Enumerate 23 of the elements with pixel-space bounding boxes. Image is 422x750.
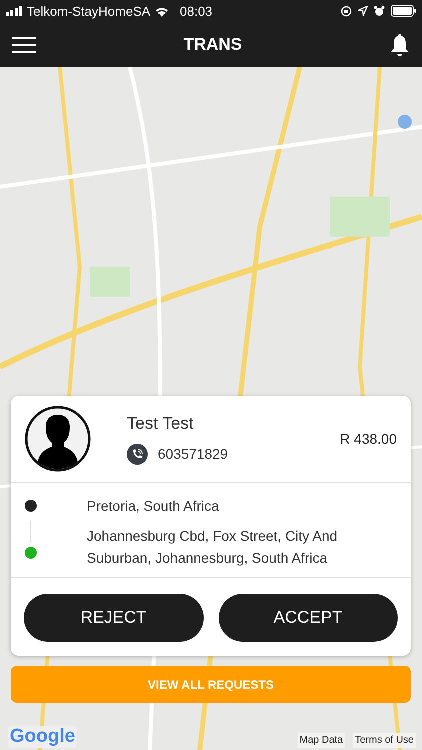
battery-icon [391,5,417,17]
reject-button[interactable]: REJECT [24,594,204,642]
status-time: 08:03 [180,4,213,19]
accept-button[interactable]: ACCEPT [218,594,398,642]
app-title: TRANS [184,34,242,54]
wifi-icon [154,6,169,16]
menu-button[interactable] [12,36,36,52]
avatar-icon [25,406,91,472]
notification-bell-button[interactable] [390,32,410,56]
location-icon [358,6,368,16]
stop-address: Johannesburg Cbd, Fox Street, City And Suburban, Johannesburg, South Africa [87,527,339,568]
fare-amount: R 438.00 [340,431,397,447]
passenger-name: Test Test [127,414,195,434]
map-logo: Google [8,726,78,748]
alarm-icon [374,6,385,16]
signal-icon [6,6,23,16]
attribution-link[interactable]: Map Data [298,733,346,748]
phone-number: 603571829 [158,446,228,462]
attribution-link[interactable]: Terms of Use [353,733,416,748]
phone-icon[interactable] [127,444,148,464]
carrier-name: Telkom-StayHomeSA [27,4,151,18]
stop-address: Pretoria, South Africa [87,497,220,516]
rotation-lock-icon [341,6,352,16]
